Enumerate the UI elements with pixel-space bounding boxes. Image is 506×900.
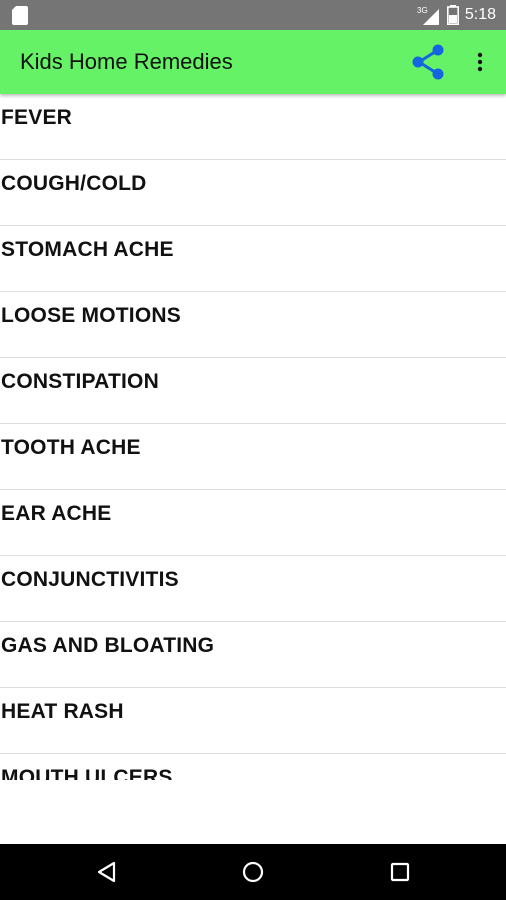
status-time: 5:18 bbox=[464, 6, 496, 23]
list-item-label: CONSTIPATION bbox=[1, 370, 159, 393]
list-item-heat-rash[interactable]: HEAT RASH bbox=[0, 688, 506, 754]
app-bar: Kids Home Remedies bbox=[0, 30, 506, 94]
recents-button[interactable] bbox=[382, 854, 418, 890]
list-item-mouth-ulcers[interactable]: MOUTH ULCERS bbox=[0, 754, 506, 780]
list-item-label: HEAT RASH bbox=[1, 700, 124, 723]
recents-icon bbox=[390, 862, 410, 882]
back-button[interactable] bbox=[89, 854, 125, 890]
list-item-label: FEVER bbox=[1, 106, 73, 129]
navigation-bar bbox=[0, 844, 506, 900]
overflow-menu-icon bbox=[477, 52, 483, 72]
share-button[interactable] bbox=[408, 42, 448, 82]
list-item-constipation[interactable]: CONSTIPATION bbox=[0, 358, 506, 424]
list-item-conjunctivitis[interactable]: CONJUNCTIVITIS bbox=[0, 556, 506, 622]
list-item-label: STOMACH ACHE bbox=[1, 238, 174, 261]
home-icon bbox=[242, 861, 264, 883]
list-item-label: CONJUNCTIVITIS bbox=[1, 568, 179, 591]
sd-card-icon bbox=[12, 6, 28, 25]
list-item-ear-ache[interactable]: EAR ACHE bbox=[0, 490, 506, 556]
list-item-label: LOOSE MOTIONS bbox=[1, 304, 181, 327]
status-icons: 3G 5:18 bbox=[417, 0, 496, 30]
list-item-gas-and-bloating[interactable]: GAS AND BLOATING bbox=[0, 622, 506, 688]
list-item-loose-motions[interactable]: LOOSE MOTIONS bbox=[0, 292, 506, 358]
list-item-label: GAS AND BLOATING bbox=[1, 634, 215, 657]
list-item-label: EAR ACHE bbox=[1, 502, 112, 525]
list-item-label: MOUTH ULCERS bbox=[1, 766, 173, 780]
overflow-menu-button[interactable] bbox=[466, 42, 494, 82]
status-bar: 3G 5:18 bbox=[0, 0, 506, 30]
list-item-stomach-ache[interactable]: STOMACH ACHE bbox=[0, 226, 506, 292]
battery-icon bbox=[446, 5, 459, 25]
list-item-label: COUGH/COLD bbox=[1, 172, 147, 195]
network-type-label: 3G bbox=[417, 6, 428, 15]
back-icon bbox=[97, 861, 116, 883]
remedies-list[interactable]: FEVER COUGH/COLD STOMACH ACHE LOOSE MOTI… bbox=[0, 94, 506, 780]
home-button[interactable] bbox=[235, 854, 271, 890]
list-item-cough-cold[interactable]: COUGH/COLD bbox=[0, 160, 506, 226]
list-item-fever[interactable]: FEVER bbox=[0, 94, 506, 160]
share-icon bbox=[412, 44, 444, 80]
signal-icon: 3G bbox=[417, 6, 439, 25]
list-item-tooth-ache[interactable]: TOOTH ACHE bbox=[0, 424, 506, 490]
list-item-label: TOOTH ACHE bbox=[1, 436, 141, 459]
app-title: Kids Home Remedies bbox=[20, 49, 233, 74]
